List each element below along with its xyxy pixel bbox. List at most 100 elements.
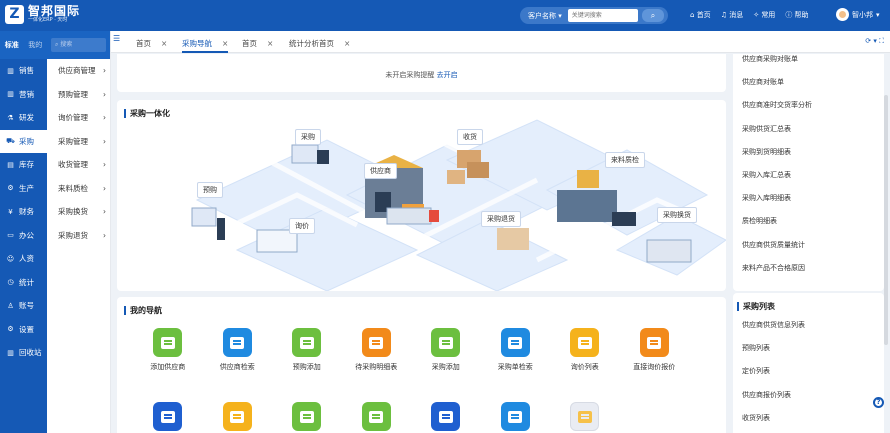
sidebar-item-office[interactable]: ▭ 办公	[0, 224, 47, 248]
sidebar-item-recycle[interactable]: ▥ 回收站	[0, 341, 47, 365]
subnav-item[interactable]: 来料质检 ›	[47, 177, 110, 201]
refresh-icon[interactable]: ⟳	[865, 37, 871, 45]
purchase-list-card: 采购列表 供应商供货信息列表 预购列表 定价列表 供应商报价列表 收货列表	[733, 293, 884, 433]
list-item[interactable]: 定价列表	[742, 360, 805, 383]
report-item[interactable]: 采购到货明细表	[742, 141, 812, 164]
search-type-select[interactable]: 客户名称 ▾	[520, 11, 568, 21]
top-nav: ⌂ 首页 ♫ 消息 ✧ 常用 ⓘ 帮助	[690, 10, 809, 20]
subnav-item[interactable]: 询价管理 ›	[47, 106, 110, 130]
flow-label-purchase[interactable]: 采购	[295, 129, 321, 145]
sidebar-item-finance[interactable]: ¥ 财务	[0, 200, 47, 224]
nav-add-supplier[interactable]: 添加供应商	[133, 328, 203, 372]
enable-reminder-link[interactable]: 去开启	[437, 71, 458, 79]
document-icon	[500, 402, 530, 431]
search-button[interactable]: ⌕	[642, 9, 664, 22]
collapse-menu-icon[interactable]: ☰	[113, 34, 120, 43]
report-item[interactable]: 来料产品不合格原因	[742, 257, 812, 280]
nav-inquiry-list[interactable]: 询价列表	[550, 328, 620, 372]
brand-logo[interactable]: Z 智邦国际 一体化ERP · 天时	[5, 5, 80, 24]
top-nav-messages[interactable]: ♫ 消息	[721, 10, 744, 20]
nav-item-row2[interactable]	[481, 402, 551, 431]
tab-mine[interactable]: 我的	[28, 40, 42, 50]
flow-label-exchange[interactable]: 采购换货	[657, 207, 697, 223]
top-nav-common[interactable]: ✧ 常用	[753, 10, 775, 20]
subnav-item[interactable]: 预购管理 ›	[47, 83, 110, 107]
tab-home-2[interactable]: 首页 ×	[242, 31, 273, 53]
sidebar-search[interactable]: ⌕ 搜索	[47, 31, 110, 59]
sidebar-item-rnd[interactable]: ⚗ 研发	[0, 106, 47, 130]
report-item[interactable]: 采购入库汇总表	[742, 164, 812, 187]
nav-purchase-add[interactable]: 采购添加	[411, 328, 481, 372]
chart-bar-icon: ▥	[7, 66, 14, 75]
close-icon[interactable]: ×	[222, 39, 228, 48]
logo-mark-icon: Z	[5, 5, 24, 24]
scrollbar[interactable]	[884, 95, 888, 345]
sidebar-item-hr[interactable]: ☺ 人资	[0, 247, 47, 271]
tab-stats[interactable]: 统计分析首页 ×	[289, 31, 350, 53]
subnav-item[interactable]: 收货管理 ›	[47, 153, 110, 177]
reports-card: 供应商采购对账单 供应商对账单 供应商准时交货率分析 采购供货汇总表 采购到货明…	[733, 54, 884, 291]
user-menu[interactable]: 智小邦 ▾	[836, 8, 880, 21]
list-item[interactable]: 收货列表	[742, 407, 805, 430]
nav-purchase-search[interactable]: 采购单检索	[481, 328, 551, 372]
sidebar-item-settings[interactable]: ⚙ 设置	[0, 318, 47, 342]
flow-label-return[interactable]: 采购退货	[481, 211, 521, 227]
report-item[interactable]: 采购供货汇总表	[742, 118, 812, 141]
subnav-item[interactable]: 采购换货 ›	[47, 200, 110, 224]
report-item[interactable]: 供应商准时交货率分析	[742, 94, 812, 117]
sidebar-item-marketing[interactable]: ▥ 营销	[0, 83, 47, 107]
subnav-item[interactable]: 采购管理 ›	[47, 130, 110, 154]
list-item[interactable]: 供应商报价列表	[742, 384, 805, 407]
nav-supplier-search[interactable]: 供应商检索	[203, 328, 273, 372]
avatar	[836, 8, 849, 21]
list-item[interactable]: 供应商供货信息列表	[742, 314, 805, 337]
report-item[interactable]: 供应商采购对账单	[742, 48, 812, 71]
factory-icon: ⚙	[7, 184, 14, 193]
nav-item-row2[interactable]	[203, 402, 273, 431]
sidebar-item-inventory[interactable]: ▤ 库存	[0, 153, 47, 177]
flow-label-qc[interactable]: 来料质检	[605, 152, 645, 168]
nav-item-row2[interactable]	[411, 402, 481, 431]
search-input[interactable]	[567, 9, 638, 22]
sidebar-item-stats[interactable]: ◷ 统计	[0, 271, 47, 295]
chevron-right-icon: ›	[103, 89, 106, 99]
flow-label-prepurchase[interactable]: 预购	[197, 182, 223, 198]
sidebar-item-purchase[interactable]: ⛟ 采购	[0, 129, 47, 153]
flow-label-supplier[interactable]: 供应商	[364, 163, 397, 179]
flow-label-inquiry[interactable]: 询价	[289, 218, 315, 234]
search-icon: ⌕	[55, 41, 59, 48]
report-item[interactable]: 供应商对账单	[742, 71, 812, 94]
sidebar-item-production[interactable]: ⚙ 生产	[0, 177, 47, 201]
search-icon: ⌕	[650, 11, 656, 20]
subnav-item[interactable]: 供应商管理 ›	[47, 59, 110, 83]
report-item[interactable]: 质检明细表	[742, 210, 812, 233]
briefcase-icon: ▭	[7, 231, 14, 240]
sidebar-item-sales[interactable]: ▥ 销售	[0, 59, 47, 83]
subnav-item[interactable]: 采购退货 ›	[47, 224, 110, 248]
help-float-icon[interactable]: ?	[873, 397, 884, 408]
chevron-down-icon[interactable]: ▾	[873, 37, 877, 45]
tab-home[interactable]: 首页 ×	[136, 31, 167, 53]
fullscreen-icon[interactable]: ⛶	[879, 37, 884, 45]
sidebar-item-account[interactable]: ♙ 账号	[0, 294, 47, 318]
tab-purchase-nav[interactable]: 采购导航 ×	[182, 31, 229, 53]
close-icon[interactable]: ×	[267, 39, 273, 48]
nav-item-row2[interactable]	[272, 402, 342, 431]
purchase-add-icon	[431, 328, 461, 357]
nav-direct-quote[interactable]: 直接询价报价	[620, 328, 690, 372]
report-item[interactable]: 采购入库明细表	[742, 187, 812, 210]
top-nav-home[interactable]: ⌂ 首页	[690, 10, 711, 20]
report-item[interactable]: 供应商供货质量统计	[742, 234, 812, 257]
flow-label-receive[interactable]: 收货	[457, 129, 483, 145]
nav-item-row2[interactable]	[550, 402, 620, 431]
nav-item-row2[interactable]	[342, 402, 412, 431]
tab-standard[interactable]: 标准	[5, 40, 19, 50]
cart-icon: ⛟	[6, 136, 15, 145]
nav-pending-purchase[interactable]: 待采购明细表	[342, 328, 412, 372]
list-item[interactable]: 预购列表	[742, 337, 805, 360]
close-icon[interactable]: ×	[344, 39, 350, 48]
nav-item-row2[interactable]	[133, 402, 203, 431]
nav-prepurchase-add[interactable]: 预购添加	[272, 328, 342, 372]
close-icon[interactable]: ×	[161, 39, 167, 48]
top-nav-help[interactable]: ⓘ 帮助	[785, 10, 808, 20]
